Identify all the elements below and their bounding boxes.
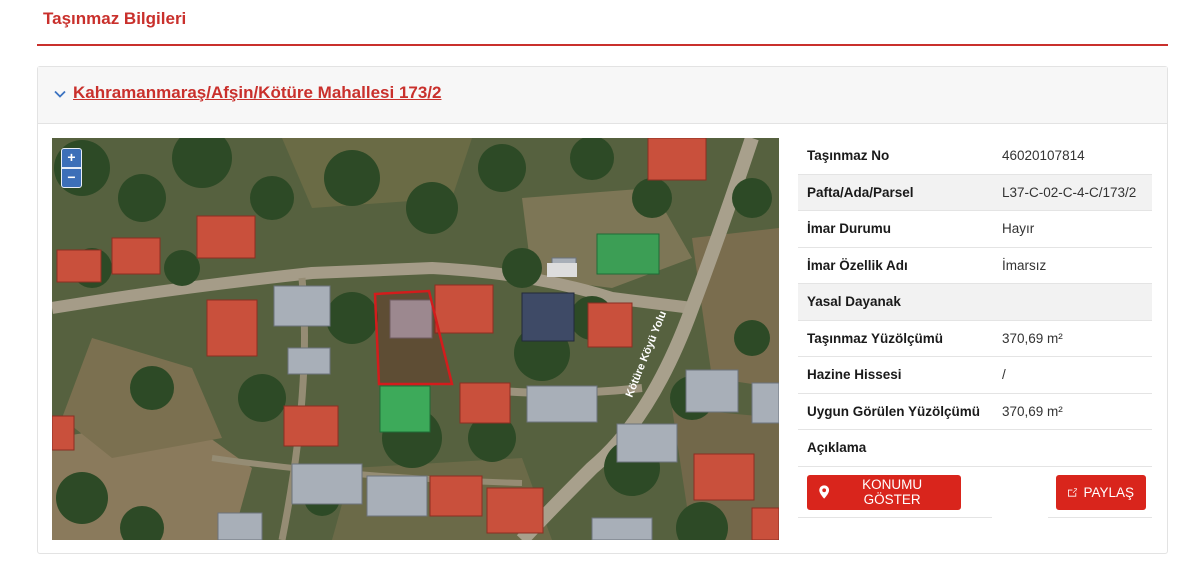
zoom-out-button[interactable]: −: [61, 168, 82, 188]
info-row-pafta-ada-parsel: Pafta/Ada/Parsel L37-C-02-C-4-C/173/2: [798, 174, 1152, 211]
info-value: 370,69 m²: [1002, 330, 1063, 346]
property-info-table: Taşınmaz No 46020107814 Pafta/Ada/Parsel…: [798, 138, 1152, 519]
satellite-imagery: Kötüre Köyü Yolu: [52, 138, 779, 540]
info-row-imar-durumu: İmar Durumu Hayır: [798, 211, 1152, 248]
share-label: PAYLAŞ: [1083, 484, 1134, 500]
info-row-hazine-hissesi: Hazine Hissesi /: [798, 357, 1152, 394]
info-value: 46020107814: [1002, 148, 1085, 163]
info-label: Açıklama: [807, 440, 867, 455]
divider: [798, 516, 992, 518]
info-label: Pafta/Ada/Parsel: [807, 184, 914, 200]
info-row-tasinmaz-yuzolcumu: Taşınmaz Yüzölçümü 370,69 m²: [798, 321, 1152, 357]
info-value: İmarsız: [1002, 257, 1047, 273]
info-value: Hayır: [1002, 221, 1035, 236]
info-label: İmar Durumu: [807, 221, 892, 236]
info-value: /: [1002, 367, 1006, 382]
property-card: Kahramanmaraş/Afşin/Kötüre Mahallesi 173…: [37, 66, 1168, 554]
map-marker-icon: [819, 485, 830, 499]
divider: [1048, 516, 1152, 518]
show-location-button[interactable]: KONUMU GÖSTER: [807, 474, 961, 510]
info-label: Yasal Dayanak: [807, 294, 901, 309]
show-location-label: KONUMU GÖSTER: [862, 477, 923, 507]
info-row-uygun-gorulen-yuzolcumu: Uygun Görülen Yüzölçümü 370,69 m²: [798, 394, 1152, 430]
info-row-yasal-dayanak: Yasal Dayanak: [798, 284, 1152, 321]
info-row-aciklama: Açıklama: [798, 430, 1152, 467]
zoom-in-button[interactable]: +: [61, 148, 82, 168]
property-card-header[interactable]: Kahramanmaraş/Afşin/Kötüre Mahallesi 173…: [38, 67, 1167, 124]
info-label: Taşınmaz No: [807, 148, 890, 163]
info-value: 370,69 m²: [1002, 403, 1063, 419]
share-icon: [1068, 487, 1078, 497]
info-label: Uygun Görülen Yüzölçümü: [807, 403, 981, 419]
section-title: Taşınmaz Bilgileri: [43, 9, 187, 28]
action-buttons: KONUMU GÖSTER PAYLAŞ: [798, 467, 1152, 519]
info-row-tasinmaz-no: Taşınmaz No 46020107814: [798, 138, 1152, 175]
chevron-down-icon[interactable]: [53, 87, 67, 101]
info-value: L37-C-02-C-4-C/173/2: [1002, 184, 1137, 200]
satellite-map[interactable]: Kötüre Köyü Yolu + −: [52, 138, 779, 540]
section-header: Taşınmaz Bilgileri: [37, 0, 1168, 46]
info-label: Hazine Hissesi: [807, 367, 902, 382]
share-button[interactable]: PAYLAŞ: [1056, 474, 1146, 510]
info-row-imar-ozellik-adi: İmar Özellik Adı İmarsız: [798, 248, 1152, 284]
property-title-link[interactable]: Kahramanmaraş/Afşin/Kötüre Mahallesi 173…: [73, 83, 441, 103]
info-label: İmar Özellik Adı: [807, 257, 908, 273]
info-label: Taşınmaz Yüzölçümü: [807, 330, 944, 346]
